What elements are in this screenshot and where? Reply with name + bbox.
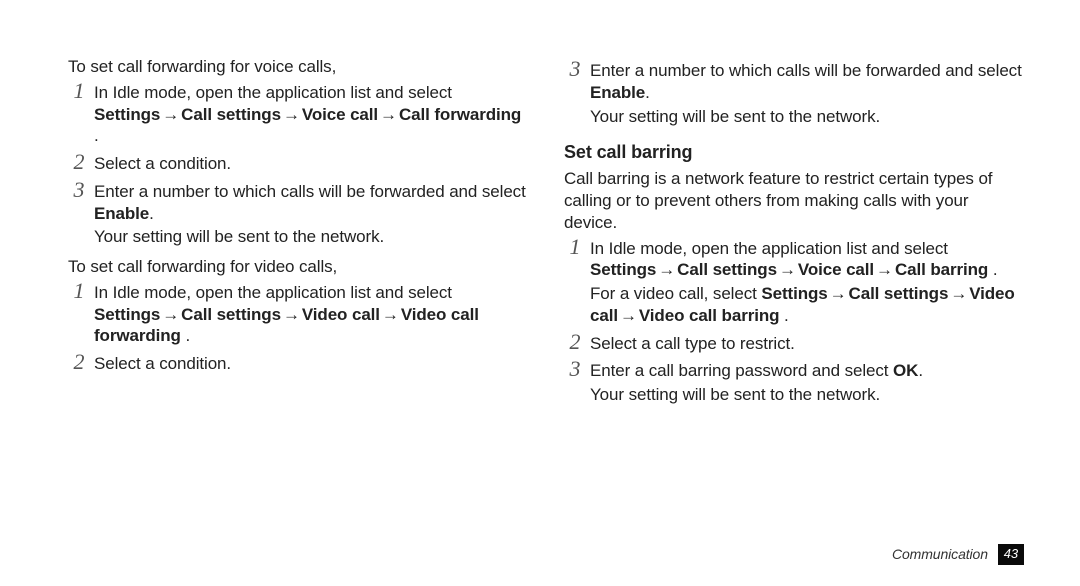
video-alt: For a video call, select Settings→Call s… — [590, 283, 1024, 327]
call-barring-heading: Set call barring — [564, 141, 1024, 164]
call-barring-steps: 1 In Idle mode, open the application lis… — [564, 238, 1024, 406]
section-label: Communication — [892, 546, 988, 562]
step-text: In Idle mode, open the application list … — [94, 83, 452, 102]
enable-label: Enable — [94, 204, 149, 223]
voice-fwd-intro: To set call forwarding for voice calls, — [68, 56, 528, 78]
step-number: 1 — [68, 77, 90, 105]
step-result: Your setting will be sent to the network… — [590, 106, 1024, 128]
step-number: 2 — [68, 348, 90, 376]
barring-step-3: 3 Enter a call barring password and sele… — [564, 360, 1024, 406]
step-text: Select a call type to restrict. — [590, 334, 795, 353]
voice-step-2: 2 Select a condition. — [68, 153, 528, 175]
step-number: 2 — [564, 328, 586, 356]
step-text: Enter a number to which calls will be fo… — [94, 182, 526, 201]
menu-path: Settings→Call settings→Voice call→Call b… — [590, 260, 993, 279]
step-text: In Idle mode, open the application list … — [590, 239, 948, 258]
manual-page: To set call forwarding for voice calls, … — [0, 0, 1080, 586]
step-text: Select a condition. — [94, 354, 231, 373]
step-result: Your setting will be sent to the network… — [94, 226, 528, 248]
ok-label: OK — [893, 361, 918, 380]
video-fwd-steps-cont: 3 Enter a number to which calls will be … — [564, 60, 1024, 127]
voice-step-1: 1 In Idle mode, open the application lis… — [68, 82, 528, 147]
step-text: In Idle mode, open the application list … — [94, 283, 452, 302]
barring-step-2: 2 Select a call type to restrict. — [564, 333, 1024, 355]
step-number: 1 — [564, 233, 586, 261]
step-text: Enter a call barring password and select — [590, 361, 893, 380]
barring-step-1: 1 In Idle mode, open the application lis… — [564, 238, 1024, 327]
video-fwd-intro: To set call forwarding for video calls, — [68, 256, 528, 278]
voice-fwd-steps: 1 In Idle mode, open the application lis… — [68, 82, 528, 248]
step-number: 3 — [564, 355, 586, 383]
video-step-3: 3 Enter a number to which calls will be … — [564, 60, 1024, 127]
video-step-1: 1 In Idle mode, open the application lis… — [68, 282, 528, 347]
step-result: Your setting will be sent to the network… — [590, 384, 1024, 406]
menu-path: Settings→Call settings→Video call→Video … — [94, 305, 479, 346]
step-number: 3 — [564, 55, 586, 83]
step-number: 2 — [68, 148, 90, 176]
voice-step-3: 3 Enter a number to which calls will be … — [68, 181, 528, 248]
right-column: 3 Enter a number to which calls will be … — [564, 56, 1024, 540]
page-footer: Communication 43 — [892, 545, 1024, 566]
page-number: 43 — [998, 544, 1024, 565]
step-text: Enter a number to which calls will be fo… — [590, 61, 1022, 80]
step-number: 1 — [68, 277, 90, 305]
left-column: To set call forwarding for voice calls, … — [68, 56, 528, 540]
video-fwd-steps: 1 In Idle mode, open the application lis… — [68, 282, 528, 375]
step-number: 3 — [68, 176, 90, 204]
video-step-2: 2 Select a condition. — [68, 353, 528, 375]
call-barring-intro: Call barring is a network feature to res… — [564, 168, 1024, 233]
enable-label: Enable — [590, 83, 645, 102]
menu-path: Settings→Call settings→Voice call→Call f… — [94, 105, 521, 124]
step-text: Select a condition. — [94, 154, 231, 173]
